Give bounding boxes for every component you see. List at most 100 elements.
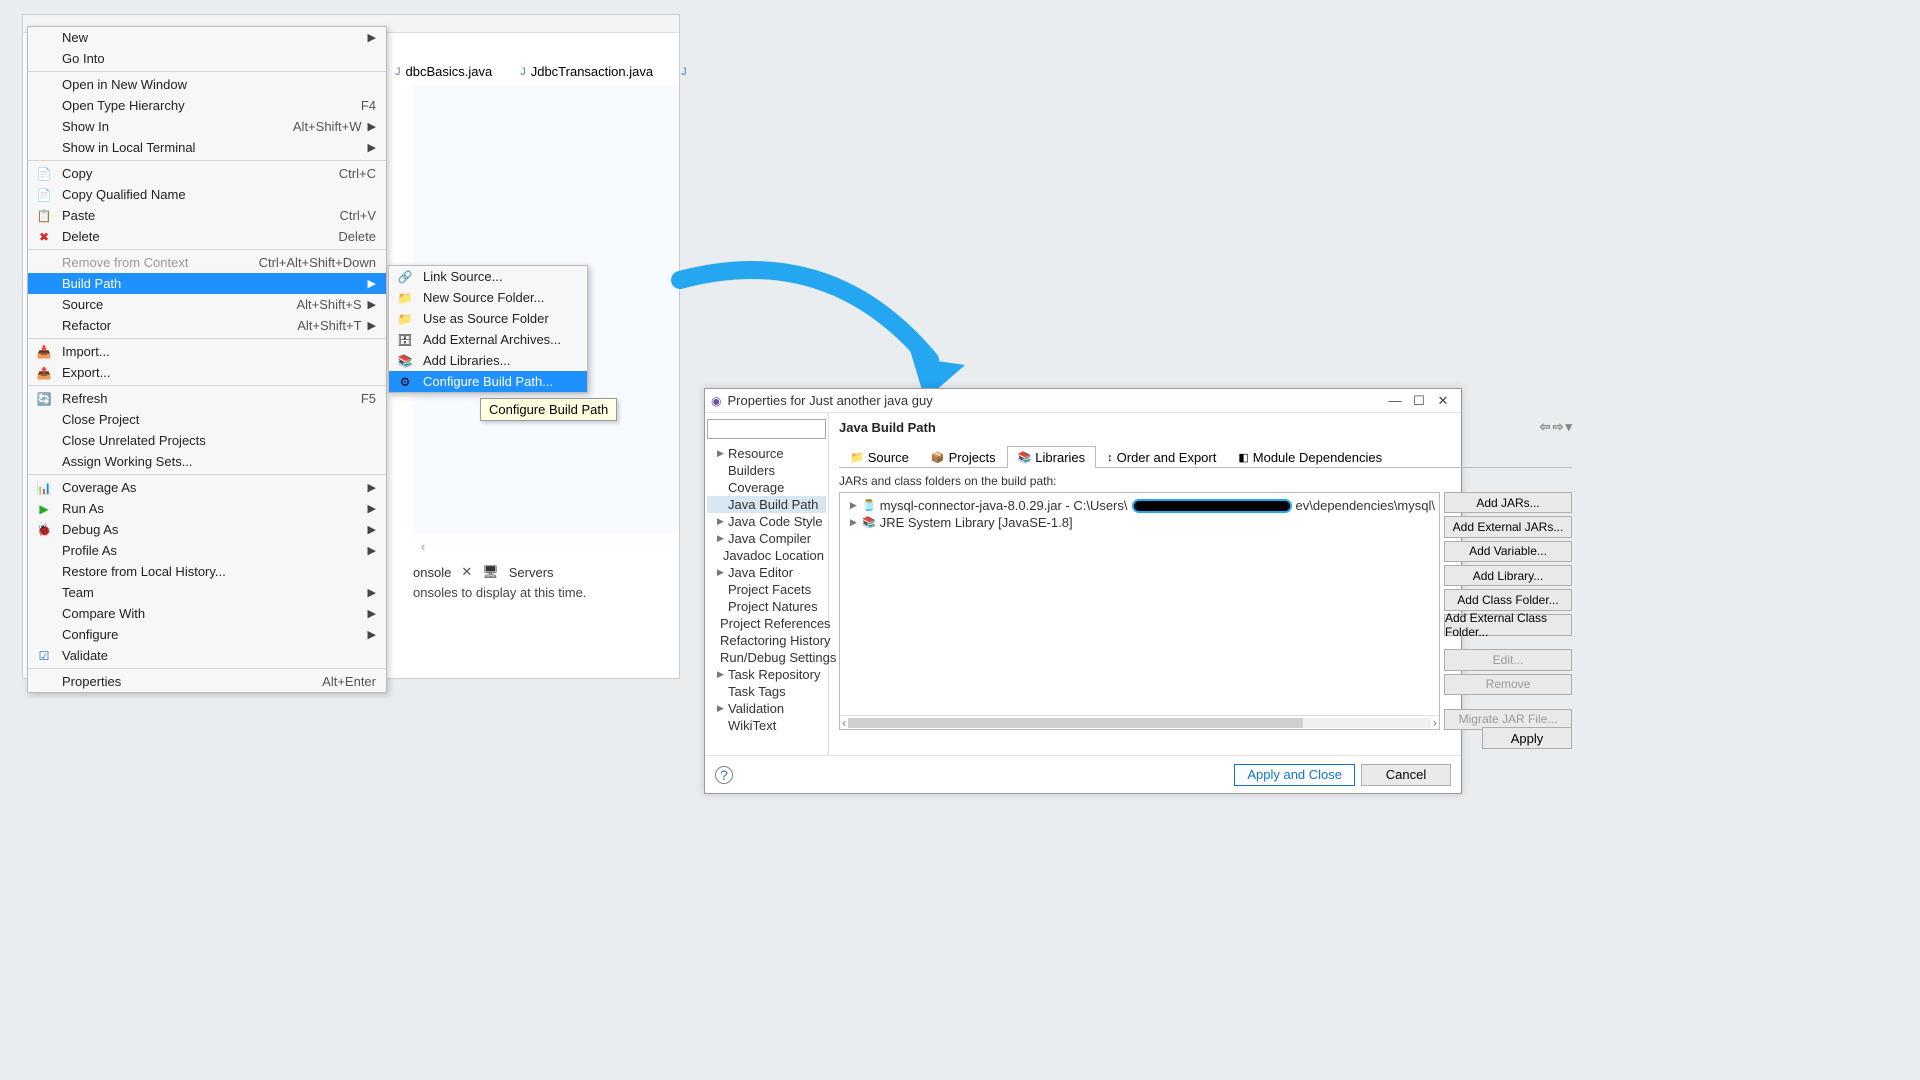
menu-item-validate[interactable]: ☑Validate — [28, 645, 386, 666]
tab-label: Source — [868, 450, 909, 465]
category-refactoring-history[interactable]: Refactoring History — [707, 632, 826, 649]
tab-module-dependencies[interactable]: ◧Module Dependencies — [1227, 446, 1393, 468]
menu-item-paste[interactable]: 📋PasteCtrl+V — [28, 205, 386, 226]
add-class-folder-button[interactable]: Add Class Folder... — [1444, 589, 1572, 610]
menu-item-properties[interactable]: PropertiesAlt+Enter — [28, 671, 386, 692]
forward-icon[interactable]: ⇨ — [1553, 419, 1564, 435]
menu-item-open-in-new-window[interactable]: Open in New Window — [28, 74, 386, 95]
menu-icon: 🐞 — [36, 523, 52, 537]
maximize-button[interactable]: ☐ — [1407, 393, 1431, 409]
minimize-button[interactable]: — — [1383, 393, 1407, 408]
category-run-debug-settings[interactable]: Run/Debug Settings — [707, 649, 826, 666]
category-coverage[interactable]: Coverage — [707, 479, 826, 496]
close-button[interactable]: ✕ — [1431, 393, 1455, 409]
submenu-item-add-external-archives[interactable]: 🗄Add External Archives... — [389, 329, 587, 350]
menu-item-label: Delete — [62, 229, 330, 244]
menu-item-build-path[interactable]: Build Path▶ — [28, 273, 386, 294]
close-icon[interactable]: ✕ — [461, 564, 472, 580]
menu-item-show-in[interactable]: Show InAlt+Shift+W▶ — [28, 116, 386, 137]
menu-item-import[interactable]: 📥Import... — [28, 341, 386, 362]
console-tab[interactable]: onsole — [413, 565, 451, 580]
editor-tab[interactable]: JJdbcTransaction.java — [513, 59, 660, 84]
menu-item-copy-qualified-name[interactable]: 📄Copy Qualified Name — [28, 184, 386, 205]
category-builders[interactable]: Builders — [707, 462, 826, 479]
category-task-repository[interactable]: ▶Task Repository — [707, 666, 826, 683]
scroll-left-icon[interactable]: ‹ — [842, 715, 846, 730]
menu-item-go-into[interactable]: Go Into — [28, 48, 386, 69]
build-path-submenu[interactable]: 🔗Link Source...📁New Source Folder...📁Use… — [388, 265, 588, 393]
menu-item-configure[interactable]: Configure▶ — [28, 624, 386, 645]
apply-and-close-button[interactable]: Apply and Close — [1234, 764, 1355, 786]
editor-tab[interactable]: JdbcBasics.java — [388, 59, 499, 84]
add-variable-button[interactable]: Add Variable... — [1444, 541, 1572, 562]
add-external-class-folder-button[interactable]: Add External Class Folder... — [1444, 614, 1572, 636]
submenu-icon: 📁 — [397, 291, 413, 305]
scroll-left-icon[interactable]: ‹ — [421, 539, 425, 554]
library-row[interactable]: ▶🫙mysql-connector-java-8.0.29.jar - C:\U… — [844, 497, 1435, 514]
submenu-item-new-source-folder[interactable]: 📁New Source Folder... — [389, 287, 587, 308]
menu-item-open-type-hierarchy[interactable]: Open Type HierarchyF4 — [28, 95, 386, 116]
category-java-compiler[interactable]: ▶Java Compiler — [707, 530, 826, 547]
dialog-titlebar[interactable]: ◉ Properties for Just another java guy —… — [705, 389, 1461, 413]
tab-libraries[interactable]: 📚Libraries — [1007, 446, 1097, 468]
menu-icon[interactable]: ▾ — [1565, 419, 1572, 435]
menu-item-show-in-local-terminal[interactable]: Show in Local Terminal▶ — [28, 137, 386, 158]
category-project-facets[interactable]: Project Facets — [707, 581, 826, 598]
apply-button[interactable]: Apply — [1482, 727, 1572, 749]
category-project-natures[interactable]: Project Natures — [707, 598, 826, 615]
category-resource[interactable]: ▶Resource — [707, 445, 826, 462]
library-row[interactable]: ▶📚JRE System Library [JavaSE-1.8] — [844, 514, 1435, 531]
menu-item-compare-with[interactable]: Compare With▶ — [28, 603, 386, 624]
add-library-button[interactable]: Add Library... — [1444, 565, 1572, 586]
tab-source[interactable]: 📁Source — [839, 446, 920, 468]
menu-item-debug-as[interactable]: 🐞Debug As▶ — [28, 519, 386, 540]
category-java-code-style[interactable]: ▶Java Code Style — [707, 513, 826, 530]
menu-item-profile-as[interactable]: Profile As▶ — [28, 540, 386, 561]
scroll-right-icon[interactable]: › — [1433, 715, 1437, 730]
category-java-editor[interactable]: ▶Java Editor — [707, 564, 826, 581]
servers-tab[interactable]: Servers — [509, 565, 554, 580]
add-jars-button[interactable]: Add JARs... — [1444, 492, 1572, 513]
submenu-item-link-source[interactable]: 🔗Link Source... — [389, 266, 587, 287]
menu-item-delete[interactable]: ✖DeleteDelete — [28, 226, 386, 247]
context-menu[interactable]: New▶Go Into Open in New WindowOpen Type H… — [27, 26, 387, 693]
menu-item-restore-from-local-history[interactable]: Restore from Local History... — [28, 561, 386, 582]
add-external-jars-button[interactable]: Add External JARs... — [1444, 516, 1572, 537]
menu-item-run-as[interactable]: ▶Run As▶ — [28, 498, 386, 519]
category-task-tags[interactable]: Task Tags — [707, 683, 826, 700]
submenu-item-add-libraries[interactable]: 📚Add Libraries... — [389, 350, 587, 371]
menu-item-coverage-as[interactable]: 📊Coverage As▶ — [28, 477, 386, 498]
cancel-button[interactable]: Cancel — [1361, 764, 1451, 786]
category-label: Javadoc Location — [723, 548, 824, 563]
submenu-item-use-as-source-folder[interactable]: 📁Use as Source Folder — [389, 308, 587, 329]
category-validation[interactable]: ▶Validation — [707, 700, 826, 717]
expand-icon[interactable]: ▶ — [850, 500, 858, 511]
menu-item-refresh[interactable]: 🔄RefreshF5 — [28, 388, 386, 409]
category-project-references[interactable]: Project References — [707, 615, 826, 632]
tab-projects[interactable]: 📦Projects — [920, 446, 1007, 468]
menu-item-export[interactable]: 📤Export... — [28, 362, 386, 383]
category-search-input[interactable] — [707, 419, 826, 439]
menu-item-label: Copy Qualified Name — [62, 187, 376, 202]
menu-item-copy[interactable]: 📄CopyCtrl+C — [28, 163, 386, 184]
menu-item-new[interactable]: New▶ — [28, 27, 386, 48]
category-javadoc-location[interactable]: Javadoc Location — [707, 547, 826, 564]
menu-item-remove-from-context: Remove from ContextCtrl+Alt+Shift+Down — [28, 252, 386, 273]
menu-item-source[interactable]: SourceAlt+Shift+S▶ — [28, 294, 386, 315]
menu-item-refactor[interactable]: RefactorAlt+Shift+T▶ — [28, 315, 386, 336]
category-wikitext[interactable]: WikiText — [707, 717, 826, 734]
tab-order-and-export[interactable]: ↕Order and Export — [1096, 446, 1227, 468]
category-java-build-path[interactable]: Java Build Path — [707, 496, 826, 513]
java-file-icon: J — [395, 66, 401, 78]
libraries-tree[interactable]: ▶🫙mysql-connector-java-8.0.29.jar - C:\U… — [839, 492, 1440, 730]
editor-tab[interactable]: J — [674, 59, 694, 84]
menu-item-assign-working-sets[interactable]: Assign Working Sets... — [28, 451, 386, 472]
back-icon[interactable]: ⇦ — [1540, 419, 1551, 435]
expand-icon[interactable]: ▶ — [850, 517, 858, 528]
help-icon[interactable]: ? — [715, 766, 733, 784]
menu-item-team[interactable]: Team▶ — [28, 582, 386, 603]
horizontal-scrollbar[interactable]: ‹ › — [840, 715, 1439, 729]
menu-item-close-project[interactable]: Close Project — [28, 409, 386, 430]
submenu-item-configure-build-path[interactable]: ⚙Configure Build Path... — [389, 371, 587, 392]
menu-item-close-unrelated-projects[interactable]: Close Unrelated Projects — [28, 430, 386, 451]
